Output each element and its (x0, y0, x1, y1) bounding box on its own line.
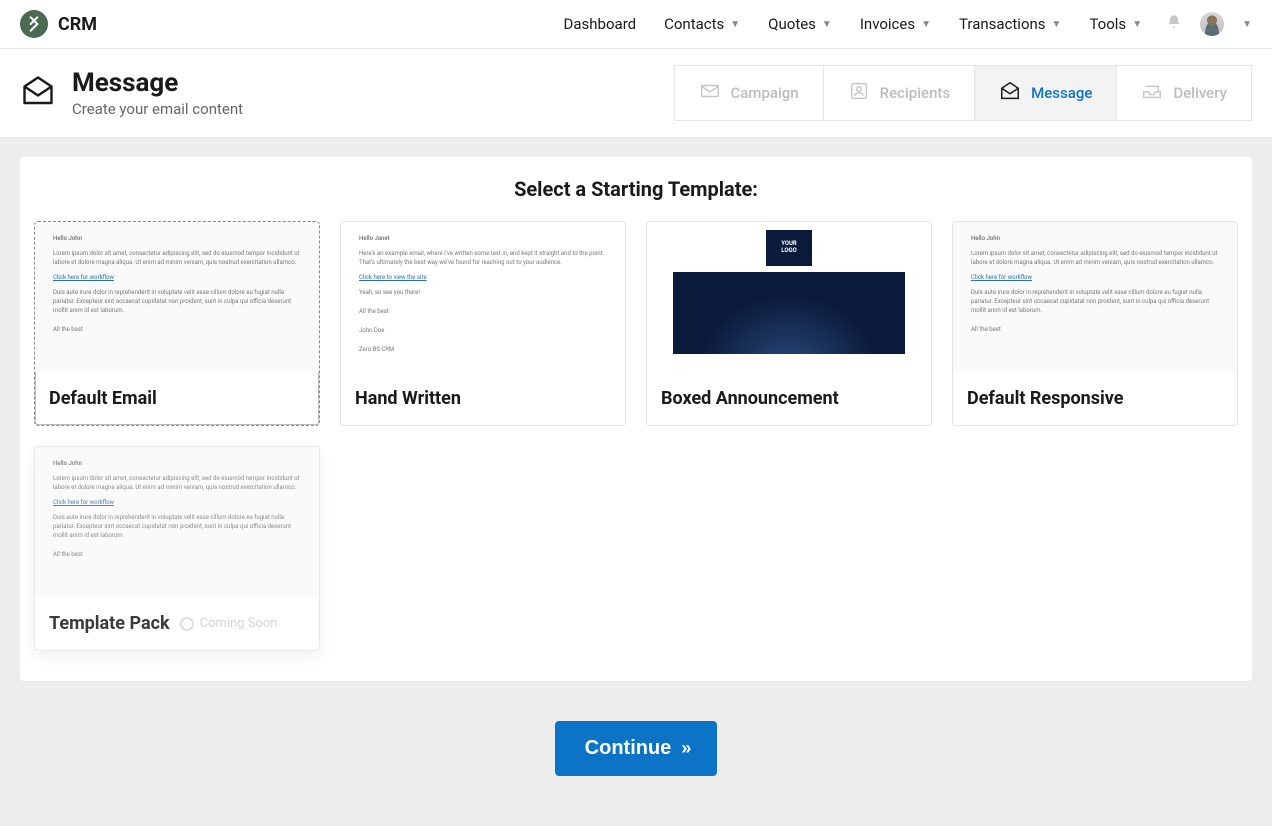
chevron-down-icon: ▼ (921, 19, 931, 30)
template-title-text: Template Pack (49, 613, 170, 634)
avatar[interactable] (1200, 12, 1224, 36)
preview-text: All the best (359, 307, 607, 316)
template-card-default-responsive[interactable]: Hello John Lorem ipsum dolor sit amet, c… (952, 221, 1238, 426)
template-preview: Hello John Lorem ipsum dolor sit amet, c… (35, 447, 319, 597)
chevron-down-icon: ▼ (1052, 19, 1062, 30)
preview-text: Hello John (53, 234, 301, 243)
continue-wrap: Continue » (20, 721, 1252, 776)
wizard-steps: Campaign Recipients Message Delivery (674, 65, 1252, 121)
nav-transactions[interactable]: Transactions ▼ (959, 15, 1061, 33)
preview-text: Hello John (971, 234, 1219, 243)
step-message[interactable]: Message (975, 65, 1117, 121)
preview-text: All the best (53, 550, 301, 559)
nav-contacts[interactable]: Contacts ▼ (664, 15, 740, 33)
nav-invoices[interactable]: Invoices ▼ (860, 15, 931, 33)
nav-tools[interactable]: Tools ▼ (1089, 15, 1142, 33)
step-delivery[interactable]: Delivery (1117, 65, 1252, 121)
topbar: CRM Dashboard Contacts ▼ Quotes ▼ Invoices… (0, 0, 1272, 49)
chevron-down-icon: ▼ (730, 19, 740, 30)
page-subtitle: Create your email content (72, 100, 243, 118)
template-card-boxed-announcement[interactable]: YOUR LOGO Boxed Announcement (646, 221, 932, 426)
page-header: Message Create your email content Campai… (0, 49, 1272, 137)
envelope-icon (699, 80, 721, 106)
brand-name: CRM (58, 14, 97, 35)
nav-label: Contacts (664, 15, 724, 33)
step-label: Recipients (880, 84, 950, 102)
preview-text: Duis aute irure dolor in reprehenderit i… (53, 513, 301, 540)
template-title: Boxed Announcement (647, 372, 931, 425)
templates-grid: Hello John Lorem ipsum dolor sit amet, c… (34, 221, 1238, 651)
preview-text: Click here to view the site (359, 273, 427, 282)
nav-label: Dashboard (564, 15, 637, 33)
templates-heading: Select a Starting Template: (34, 177, 1238, 201)
preview-text: Hello John (53, 459, 301, 468)
template-card-hand-written[interactable]: Hello Janet Here's an example email, whe… (340, 221, 626, 426)
bell-icon[interactable] (1166, 14, 1182, 34)
preview-text: Lorem ipsum dolor sit amet, consectetur … (971, 249, 1219, 267)
preview-text: Zero BS CRM (359, 345, 607, 354)
nav-dashboard[interactable]: Dashboard (564, 15, 637, 33)
envelope-open-icon (20, 73, 56, 113)
page-title: Message (72, 68, 243, 98)
preview-text: Duis aute irure dolor in reprehenderit i… (53, 288, 301, 315)
templates-panel: Select a Starting Template: Hello John L… (20, 157, 1252, 681)
template-preview: Hello John Lorem ipsum dolor sit amet, c… (953, 222, 1237, 372)
nav-right: ▼ (1166, 12, 1252, 36)
banner-image (673, 272, 906, 354)
chevron-down-icon: ▼ (822, 19, 832, 30)
step-campaign[interactable]: Campaign (674, 65, 824, 121)
continue-label: Continue (585, 737, 672, 760)
nav-label: Transactions (959, 15, 1046, 33)
nav-quotes[interactable]: Quotes ▼ (768, 15, 832, 33)
nav-label: Tools (1089, 15, 1126, 33)
template-title: Default Responsive (953, 372, 1237, 425)
template-title: Template Pack Coming Soon (35, 597, 319, 650)
envelope-open-icon (999, 80, 1021, 106)
preview-text: Yeah, so see you there! (359, 288, 607, 297)
template-preview: Hello John Lorem ipsum dolor sit amet, c… (35, 222, 319, 372)
brand-logo-icon (20, 10, 48, 38)
preview-text: All the best (53, 325, 301, 334)
step-recipients[interactable]: Recipients (824, 65, 975, 121)
template-preview: Hello Janet Here's an example email, whe… (341, 222, 625, 372)
main-nav: Dashboard Contacts ▼ Quotes ▼ Invoices ▼ Tr… (564, 15, 1143, 33)
step-label: Delivery (1173, 84, 1227, 102)
preview-text: Hello Janet (359, 234, 607, 243)
preview-text: Duis aute irure dolor in reprehenderit i… (971, 288, 1219, 315)
preview-text: Click here for workflow (53, 498, 114, 507)
template-preview: YOUR LOGO (647, 222, 931, 372)
step-label: Campaign (731, 84, 799, 102)
preview-text: Lorem ipsum dolor sit amet, consectetur … (53, 474, 301, 492)
continue-button[interactable]: Continue » (555, 721, 718, 776)
nav-label: Invoices (860, 15, 915, 33)
nav-label: Quotes (768, 15, 816, 33)
recipients-icon (848, 80, 870, 106)
preview-text: Click here for workflow (971, 273, 1032, 282)
logo-placeholder: YOUR LOGO (766, 230, 812, 266)
inbox-icon (1141, 80, 1163, 106)
preview-text: Lorem ipsum dolor sit amet, consectetur … (53, 249, 301, 267)
preview-text: All the best (971, 325, 1219, 334)
brand[interactable]: CRM (20, 10, 97, 38)
chevron-right-double-icon: » (681, 738, 687, 759)
template-title: Default Email (35, 372, 319, 425)
content-area: Select a Starting Template: Hello John L… (0, 137, 1272, 826)
template-card-template-pack: Hello John Lorem ipsum dolor sit amet, c… (34, 446, 320, 651)
preview-text: John Doe (359, 326, 607, 335)
preview-text: Here's an example email, where I've writ… (359, 249, 607, 267)
step-label: Message (1031, 84, 1092, 102)
template-card-default-email[interactable]: Hello John Lorem ipsum dolor sit amet, c… (34, 221, 320, 426)
coming-soon-badge: Coming Soon (180, 616, 278, 631)
preview-text: Click here for workflow (53, 273, 114, 282)
chevron-down-icon: ▼ (1132, 19, 1142, 30)
template-title: Hand Written (341, 372, 625, 425)
chevron-down-icon[interactable]: ▼ (1242, 19, 1252, 30)
page-titles: Message Create your email content (72, 68, 243, 118)
